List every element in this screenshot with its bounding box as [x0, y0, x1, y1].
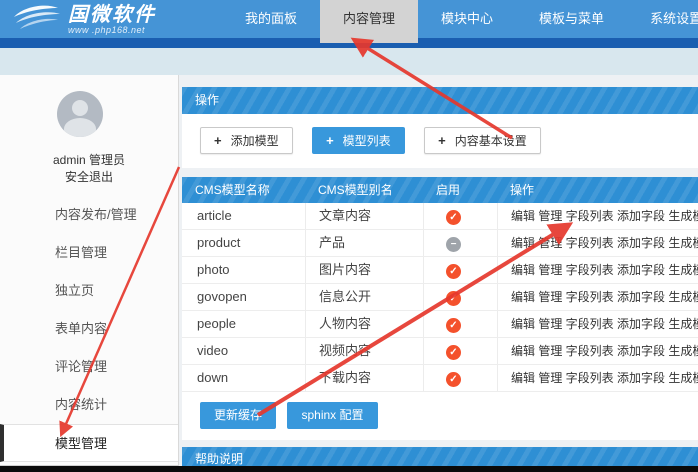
- bottom-edge-strip: [0, 466, 698, 472]
- sidebar-item-standalone-page[interactable]: 独立页: [0, 272, 178, 310]
- table-header-row: CMS模型名称 CMS模型别名 启用 操作: [182, 177, 698, 203]
- nav-item-modules[interactable]: 模块中心: [418, 0, 516, 38]
- subheader-band: [0, 48, 698, 75]
- header-model-name: CMS模型名称: [182, 177, 305, 203]
- user-avatar[interactable]: [57, 91, 103, 137]
- model-alias: 产品: [305, 230, 423, 256]
- logout-link[interactable]: 安全退出: [0, 168, 178, 185]
- header-actions: 操作: [497, 177, 698, 203]
- nav-item-settings[interactable]: 系统设置: [627, 0, 698, 38]
- model-alias: 视频内容: [305, 338, 423, 364]
- model-alias: 人物内容: [305, 311, 423, 337]
- row-action-links[interactable]: 编辑 管理 字段列表 添加字段 生成模板 导出: [497, 311, 698, 337]
- add-model-button[interactable]: +添加模型: [200, 127, 293, 154]
- sphinx-config-button[interactable]: sphinx 配置: [287, 402, 377, 429]
- model-alias: 图片内容: [305, 257, 423, 283]
- brand-logo[interactable]: 国微软件 www .php168.net: [10, 2, 156, 36]
- brand-title: 国微软件: [68, 4, 156, 26]
- username-label: admin 管理员: [0, 151, 178, 168]
- enabled-status-icon[interactable]: ✓: [446, 372, 461, 387]
- sidebar-item-model-manage[interactable]: 模型管理: [0, 424, 178, 462]
- nav-item-dashboard[interactable]: 我的面板: [222, 0, 320, 38]
- sidebar-item-content-publish[interactable]: 内容发布/管理: [0, 196, 178, 234]
- nav-item-templates-menus[interactable]: 模板与菜单: [516, 0, 627, 38]
- table-row: govopen 信息公开 ✓ 编辑 管理 字段列表 添加字段 生成模板 导出: [182, 284, 698, 311]
- model-name: photo: [182, 257, 305, 283]
- table-footer: 更新缓存 sphinx 配置: [182, 392, 698, 440]
- model-list-button[interactable]: +模型列表: [312, 127, 405, 154]
- table-row: people 人物内容 ✓ 编辑 管理 字段列表 添加字段 生成模板 导出: [182, 311, 698, 338]
- swoosh-logo-icon: [10, 2, 62, 36]
- row-action-links[interactable]: 编辑 管理 字段列表 添加字段 生成模板 导出: [497, 338, 698, 364]
- model-name: govopen: [182, 284, 305, 310]
- sidebar: admin 管理员 安全退出 内容发布/管理 栏目管理 独立页 表单内容 评论管…: [0, 75, 179, 466]
- enabled-status-icon[interactable]: ✓: [446, 345, 461, 360]
- sidebar-item-category[interactable]: 栏目管理: [0, 234, 178, 272]
- enabled-status-icon[interactable]: ✓: [446, 291, 461, 306]
- row-action-links[interactable]: 编辑 管理 字段列表 添加字段 生成模板 导出: [497, 257, 698, 283]
- table-row: product 产品 − 编辑 管理 字段列表 添加字段 生成模板 导出: [182, 230, 698, 257]
- model-alias: 文章内容: [305, 203, 423, 229]
- plus-icon: +: [326, 133, 334, 148]
- row-action-links[interactable]: 编辑 管理 字段列表 添加字段 生成模板 导出: [497, 203, 698, 229]
- model-name: product: [182, 230, 305, 256]
- main-nav: 我的面板 内容管理 模块中心 模板与菜单 系统设置 站群: [222, 0, 698, 38]
- model-name: down: [182, 365, 305, 391]
- disabled-status-icon[interactable]: −: [446, 237, 461, 252]
- sidebar-item-content-stats[interactable]: 内容统计: [0, 386, 178, 424]
- model-alias: 下载内容: [305, 365, 423, 391]
- table-row: article 文章内容 ✓ 编辑 管理 字段列表 添加字段 生成模板 导出: [182, 203, 698, 230]
- operations-panel-title: 操作: [182, 87, 698, 114]
- plus-icon: +: [214, 133, 222, 148]
- enabled-status-icon[interactable]: ✓: [446, 264, 461, 279]
- header-model-alias: CMS模型别名: [305, 177, 423, 203]
- nav-item-content[interactable]: 内容管理: [320, 0, 418, 43]
- refresh-cache-button[interactable]: 更新缓存: [200, 402, 276, 429]
- model-table: CMS模型名称 CMS模型别名 启用 操作 article 文章内容 ✓ 编辑 …: [182, 177, 698, 440]
- table-row: video 视频内容 ✓ 编辑 管理 字段列表 添加字段 生成模板 导出: [182, 338, 698, 365]
- row-action-links[interactable]: 编辑 管理 字段列表 添加字段 生成模板 导出: [497, 230, 698, 256]
- model-alias: 信息公开: [305, 284, 423, 310]
- table-row: photo 图片内容 ✓ 编辑 管理 字段列表 添加字段 生成模板 导出: [182, 257, 698, 284]
- sidebar-item-form-content[interactable]: 表单内容: [0, 310, 178, 348]
- brand-url: www .php168.net: [68, 26, 156, 35]
- model-name: video: [182, 338, 305, 364]
- sidebar-item-comments[interactable]: 评论管理: [0, 348, 178, 386]
- table-row: down 下载内容 ✓ 编辑 管理 字段列表 添加字段 生成模板 导出: [182, 365, 698, 392]
- content-base-settings-button[interactable]: +内容基本设置: [424, 127, 541, 154]
- header-enabled: 启用: [423, 177, 497, 203]
- row-action-links[interactable]: 编辑 管理 字段列表 添加字段 生成模板 导出: [497, 284, 698, 310]
- operations-panel: 操作 +添加模型 +模型列表 +内容基本设置: [182, 87, 698, 168]
- plus-icon: +: [438, 133, 446, 148]
- enabled-status-icon[interactable]: ✓: [446, 210, 461, 225]
- model-name: people: [182, 311, 305, 337]
- enabled-status-icon[interactable]: ✓: [446, 318, 461, 333]
- avatar-person-icon: [72, 100, 88, 116]
- sidebar-menu: 内容发布/管理 栏目管理 独立页 表单内容 评论管理 内容统计 模型管理: [0, 196, 178, 462]
- row-action-links[interactable]: 编辑 管理 字段列表 添加字段 生成模板 导出: [497, 365, 698, 391]
- model-name: article: [182, 203, 305, 229]
